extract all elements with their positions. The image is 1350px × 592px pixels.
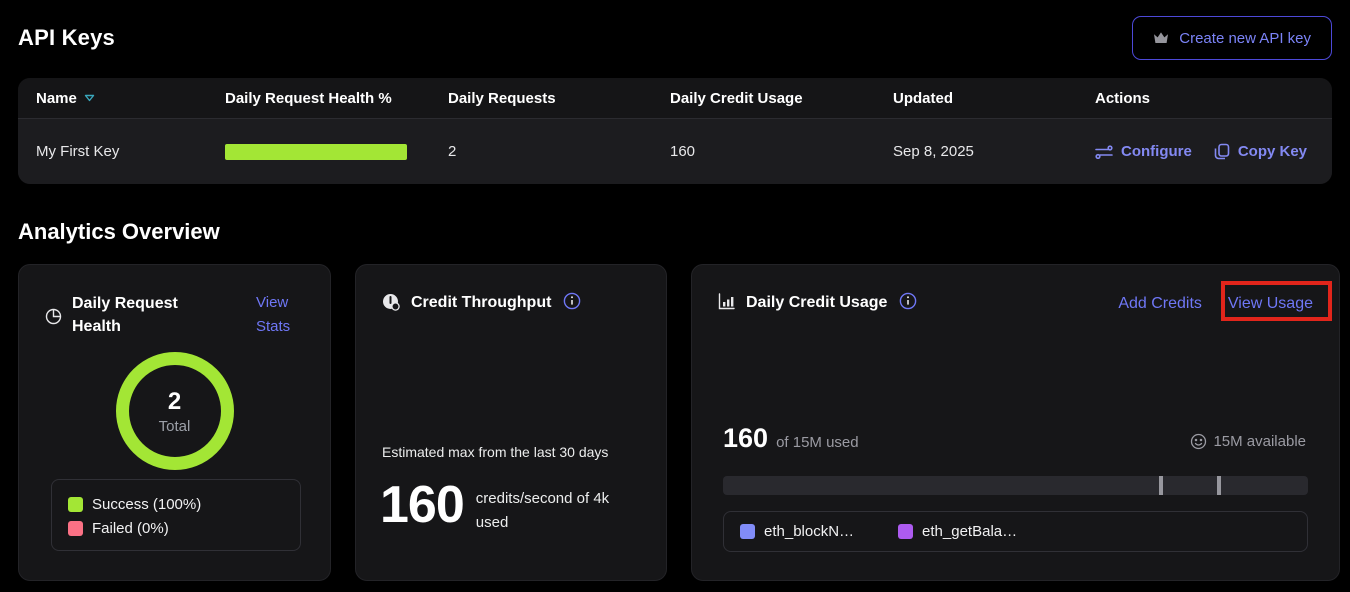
dashboard-page: API Keys Create new API key Name Daily R… <box>0 0 1350 592</box>
card-links: Add Credits View Usage <box>1118 291 1313 317</box>
sort-descending-icon[interactable] <box>84 94 95 102</box>
create-api-key-label: Create new API key <box>1179 30 1311 47</box>
column-header-health: Daily Request Health % <box>225 90 448 107</box>
legend-item-eth-blocknumber: eth_blockN… <box>740 520 854 544</box>
gauge-icon <box>382 293 401 311</box>
crown-icon <box>1153 31 1169 45</box>
donut-total-value: 2 <box>168 388 181 416</box>
column-header-daily-requests: Daily Requests <box>448 90 670 107</box>
bar-marker <box>1217 476 1221 495</box>
card-title: Daily Request Health <box>72 292 192 338</box>
add-credits-link[interactable]: Add Credits <box>1118 291 1202 317</box>
configure-link[interactable]: Configure <box>1095 143 1192 160</box>
estimate-note: Estimated max from the last 30 days <box>382 444 608 460</box>
sliders-icon <box>1095 145 1113 159</box>
pie-chart-icon <box>45 308 62 325</box>
legend-item-success: Success (100%) <box>68 492 300 516</box>
daily-credit-usage-card: Daily Credit Usage Add Credits View Usag… <box>691 264 1340 581</box>
usage-legend: eth_blockN… eth_getBala… <box>723 511 1308 552</box>
usage-metric: 160 of 15M used <box>723 423 859 454</box>
column-header-updated: Updated <box>893 90 1095 107</box>
legend-item-failed: Failed (0%) <box>68 516 300 540</box>
column-label: Name <box>36 90 77 107</box>
legend-label: eth_getBala… <box>922 523 1017 540</box>
success-swatch <box>68 497 83 512</box>
table-header-row: Name Daily Request Health % Daily Reques… <box>18 78 1332 118</box>
smiley-icon <box>1190 433 1207 450</box>
copy-key-link[interactable]: Copy Key <box>1214 143 1307 160</box>
health-bar <box>225 144 407 160</box>
donut-ring: 2 Total <box>116 352 234 470</box>
daily-requests-value: 2 <box>448 143 670 160</box>
copy-icon <box>1214 143 1230 160</box>
card-title: Credit Throughput <box>411 291 551 314</box>
create-api-key-button[interactable]: Create new API key <box>1132 16 1332 60</box>
view-stats-link[interactable]: View Stats <box>256 291 304 339</box>
throughput-metric: 160 credits/second of 4k used <box>380 477 636 535</box>
analytics-overview-title: Analytics Overview <box>18 219 220 245</box>
column-header-actions: Actions <box>1095 90 1332 107</box>
table-row[interactable]: My First Key 2 160 Sep 8, 2025 Configure <box>18 118 1332 184</box>
page-title: API Keys <box>18 25 115 51</box>
card-head: Daily Credit Usage Add Credits View Usag… <box>718 291 1313 317</box>
column-header-daily-credit-usage: Daily Credit Usage <box>670 90 893 107</box>
health-cell <box>225 144 448 160</box>
api-keys-table: Name Daily Request Health % Daily Reques… <box>18 78 1332 184</box>
donut-total-label: Total <box>159 418 191 435</box>
health-legend: Success (100%) Failed (0%) <box>51 479 301 551</box>
legend-label: Failed (0%) <box>92 520 169 537</box>
legend-label: Success (100%) <box>92 496 201 513</box>
card-head: Daily Request Health View Stats <box>45 291 304 339</box>
configure-label: Configure <box>1121 143 1192 160</box>
credit-throughput-card: Credit Throughput Estimated max from the… <box>355 264 667 581</box>
api-key-name: My First Key <box>36 143 225 160</box>
eth-blocknumber-swatch <box>740 524 755 539</box>
available-label: 15M available <box>1213 433 1306 450</box>
copy-key-label: Copy Key <box>1238 143 1307 160</box>
column-header-name[interactable]: Name <box>36 90 225 107</box>
throughput-value: 160 <box>380 477 464 534</box>
daily-request-health-card: Daily Request Health View Stats 2 Total … <box>18 264 331 581</box>
daily-credit-usage-value: 160 <box>670 143 893 160</box>
eth-getbalance-swatch <box>898 524 913 539</box>
view-usage-link[interactable]: View Usage <box>1228 291 1313 317</box>
usage-value: 160 <box>723 423 768 454</box>
card-head: Credit Throughput <box>382 291 640 314</box>
info-icon[interactable] <box>563 292 581 310</box>
topbar: API Keys Create new API key <box>18 10 1332 66</box>
usage-suffix: of 15M used <box>776 434 859 451</box>
available-credits: 15M available <box>1190 433 1306 450</box>
request-health-donut-chart: 2 Total <box>19 352 330 470</box>
credit-usage-progress-bar <box>723 476 1308 495</box>
info-icon[interactable] <box>899 292 917 310</box>
legend-label: eth_blockN… <box>764 523 854 540</box>
bar-marker <box>1159 476 1163 495</box>
failed-swatch <box>68 521 83 536</box>
card-title: Daily Credit Usage <box>746 291 887 314</box>
actions-cell: Configure Copy Key <box>1095 143 1332 160</box>
updated-value: Sep 8, 2025 <box>893 143 1095 160</box>
bar-chart-icon <box>718 293 736 310</box>
throughput-suffix: credits/second of 4k used <box>476 487 636 535</box>
legend-item-eth-getbalance: eth_getBala… <box>898 520 1017 544</box>
